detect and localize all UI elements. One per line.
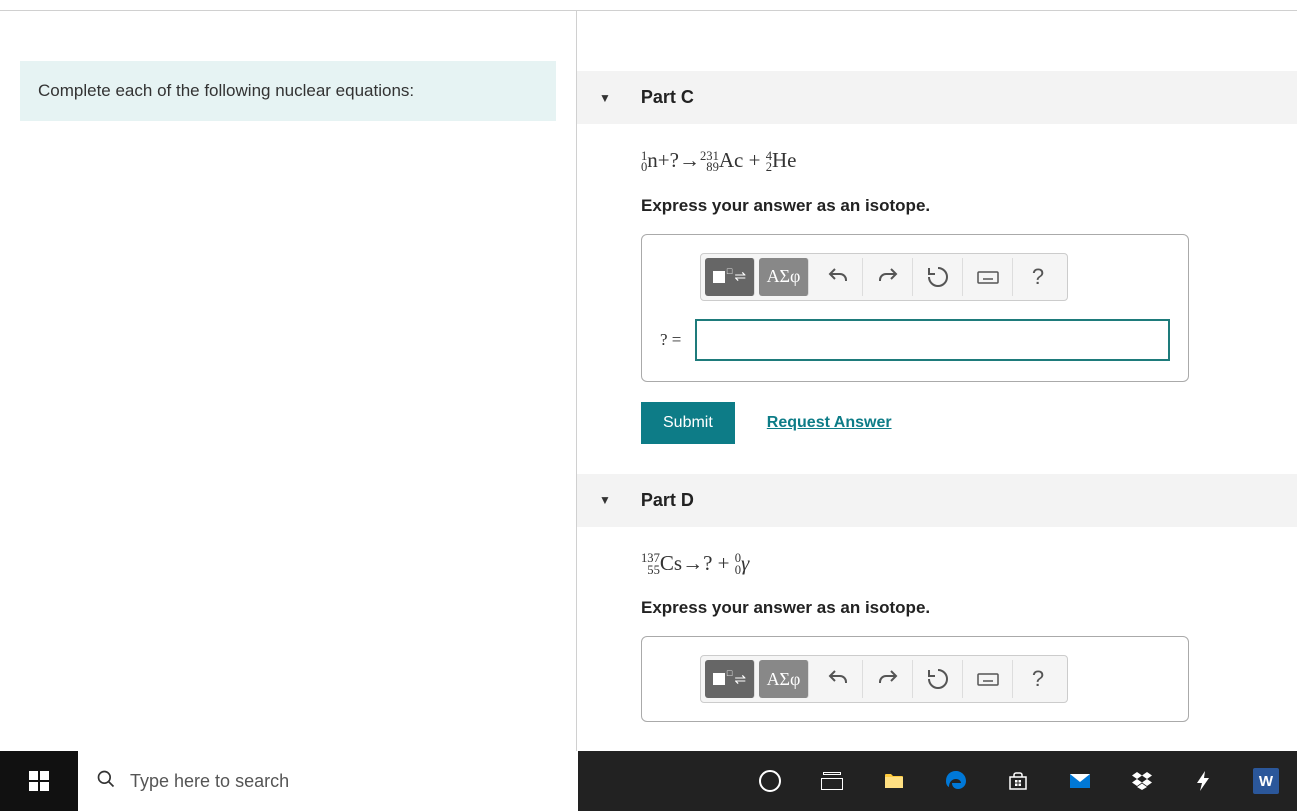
dropbox-icon (1130, 769, 1154, 793)
part-d-header[interactable]: ▼ Part D (577, 474, 1297, 527)
part-d-section: ▼ Part D 13755Cs→? + 00γ Express your an… (577, 474, 1297, 723)
part-c-submit-button[interactable]: Submit (641, 402, 735, 444)
problem-instruction: Complete each of the following nuclear e… (20, 61, 556, 121)
undo-button[interactable] (813, 258, 863, 296)
greek-button[interactable]: ΑΣφ (759, 660, 809, 698)
start-button[interactable] (0, 751, 78, 811)
part-c-section: ▼ Part C 10n+?→23189Ac + 42He Express yo… (577, 71, 1297, 444)
part-d-instruction: Express your answer as an isotope. (641, 598, 1297, 618)
cortana-button[interactable] (739, 751, 801, 811)
word-button[interactable]: W (1235, 751, 1297, 811)
part-c-toolbar: □⇌ ΑΣφ ? (700, 253, 1068, 301)
greek-button[interactable]: ΑΣφ (759, 258, 809, 296)
part-c-answer-input[interactable] (695, 319, 1170, 361)
part-c-equation: 10n+?→23189Ac + 42He (641, 148, 1297, 174)
windows-taskbar: Type here to search W (0, 751, 1297, 811)
reset-button[interactable] (913, 258, 963, 296)
task-view-button[interactable] (801, 751, 863, 811)
keyboard-button[interactable] (963, 660, 1013, 698)
chevron-down-icon: ▼ (599, 91, 611, 105)
right-panel: ▼ Part C 10n+?→23189Ac + 42He Express yo… (577, 11, 1297, 751)
search-icon (96, 769, 116, 794)
part-c-input-label: ? = (660, 330, 681, 350)
part-d-toolbar: □⇌ ΑΣφ ? (700, 655, 1068, 703)
taskbar-search-input[interactable]: Type here to search (78, 751, 578, 811)
redo-button[interactable] (863, 258, 913, 296)
undo-button[interactable] (813, 660, 863, 698)
part-c-instruction: Express your answer as an isotope. (641, 196, 1297, 216)
part-c-request-answer-link[interactable]: Request Answer (767, 414, 892, 432)
part-c-header[interactable]: ▼ Part C (577, 71, 1297, 124)
task-view-icon (821, 772, 843, 790)
mail-icon (1068, 769, 1092, 793)
edge-button[interactable] (925, 751, 987, 811)
left-panel: Complete each of the following nuclear e… (0, 11, 577, 751)
part-d-title: Part D (641, 490, 694, 511)
app-button[interactable] (1173, 751, 1235, 811)
part-d-equation: 13755Cs→? + 00γ (641, 551, 1297, 577)
template-button[interactable]: □⇌ (705, 258, 755, 296)
chevron-down-icon: ▼ (599, 493, 611, 507)
word-icon: W (1253, 768, 1279, 794)
store-icon (1006, 769, 1030, 793)
keyboard-button[interactable] (963, 258, 1013, 296)
windows-logo-icon (29, 771, 49, 791)
help-button[interactable]: ? (1013, 660, 1063, 698)
lightning-icon (1192, 769, 1216, 793)
circle-icon (759, 770, 781, 792)
redo-button[interactable] (863, 660, 913, 698)
help-button[interactable]: ? (1013, 258, 1063, 296)
folder-icon (882, 769, 906, 793)
part-c-answer-box: □⇌ ΑΣφ ? ? = (641, 234, 1189, 382)
taskbar-search-placeholder: Type here to search (130, 771, 289, 792)
mail-button[interactable] (1049, 751, 1111, 811)
template-button[interactable]: □⇌ (705, 660, 755, 698)
part-d-answer-box: □⇌ ΑΣφ ? (641, 636, 1189, 722)
edge-icon (944, 769, 968, 793)
dropbox-button[interactable] (1111, 751, 1173, 811)
store-button[interactable] (987, 751, 1049, 811)
file-explorer-button[interactable] (863, 751, 925, 811)
part-c-title: Part C (641, 87, 694, 108)
reset-button[interactable] (913, 660, 963, 698)
